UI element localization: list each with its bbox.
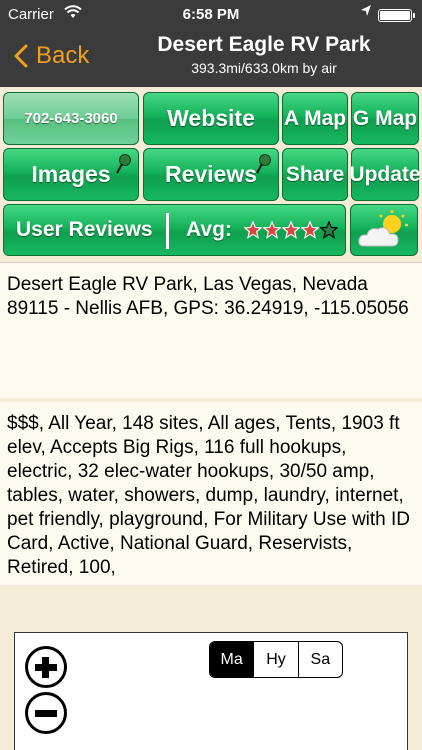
rating-stars <box>244 221 338 239</box>
map-view[interactable]: Ma Hy Sa <box>14 632 408 750</box>
star-empty-icon <box>320 221 338 239</box>
weather-button[interactable] <box>350 204 418 256</box>
star-filled-icon <box>282 221 300 239</box>
status-bar: Carrier 6:58 PM <box>0 0 422 30</box>
map-type-standard[interactable]: Ma <box>210 642 254 677</box>
address-panel: Desert Eagle RV Park, Las Vegas, Nevada … <box>0 262 422 398</box>
back-button[interactable]: Back <box>14 38 89 74</box>
reviews-label: Reviews <box>164 161 258 187</box>
location-arrow-icon <box>360 4 372 22</box>
page-subtitle: 393.3mi/633.0km by air <box>191 60 337 76</box>
user-reviews-label: User Reviews <box>16 218 153 241</box>
website-button[interactable]: Website <box>143 92 279 145</box>
chevron-left-icon <box>14 44 28 68</box>
apple-map-button[interactable]: A Map <box>282 92 348 145</box>
details-text: $$$, All Year, 148 sites, All ages, Tent… <box>7 413 411 578</box>
star-filled-icon <box>244 221 262 239</box>
phone-button[interactable]: 702-643-3060 <box>3 92 139 145</box>
map-type-hybrid[interactable]: Hy <box>253 642 297 677</box>
map-pin-icon <box>256 154 271 174</box>
address-text: Desert Eagle RV Park, Las Vegas, Nevada … <box>7 274 409 319</box>
zoom-in-button[interactable] <box>25 646 67 688</box>
details-panel[interactable]: $$$, All Year, 148 sites, All ages, Tent… <box>0 402 422 585</box>
map-type-satellite[interactable]: Sa <box>297 642 342 677</box>
map-type-selector[interactable]: Ma Hy Sa <box>209 641 343 678</box>
map-pin-icon <box>116 154 131 174</box>
average-label: Avg: <box>186 218 232 241</box>
back-label: Back <box>36 42 90 69</box>
top-bar: Carrier 6:58 PM Back Desert Eagle RV Par… <box>0 0 422 87</box>
zoom-out-button[interactable] <box>25 692 67 734</box>
page-title: Desert Eagle RV Park <box>157 33 371 56</box>
battery-icon <box>378 9 415 22</box>
star-filled-icon <box>301 221 319 239</box>
google-map-button[interactable]: G Map <box>351 92 419 145</box>
status-time: 6:58 PM <box>182 6 240 23</box>
divider <box>166 213 169 249</box>
images-label: Images <box>31 161 111 187</box>
star-filled-icon <box>263 221 281 239</box>
reviews-button[interactable]: Reviews <box>143 148 279 201</box>
map-area: Ma Hy Sa <box>0 585 422 750</box>
action-grid: 702-643-3060 Website A Map G Map Images … <box>0 87 422 262</box>
share-button[interactable]: Share <box>282 148 348 201</box>
update-button[interactable]: Update <box>349 148 421 201</box>
images-button[interactable]: Images <box>3 148 139 201</box>
weather-icon <box>358 210 408 247</box>
user-reviews-button[interactable]: User Reviews Avg: <box>3 204 346 256</box>
